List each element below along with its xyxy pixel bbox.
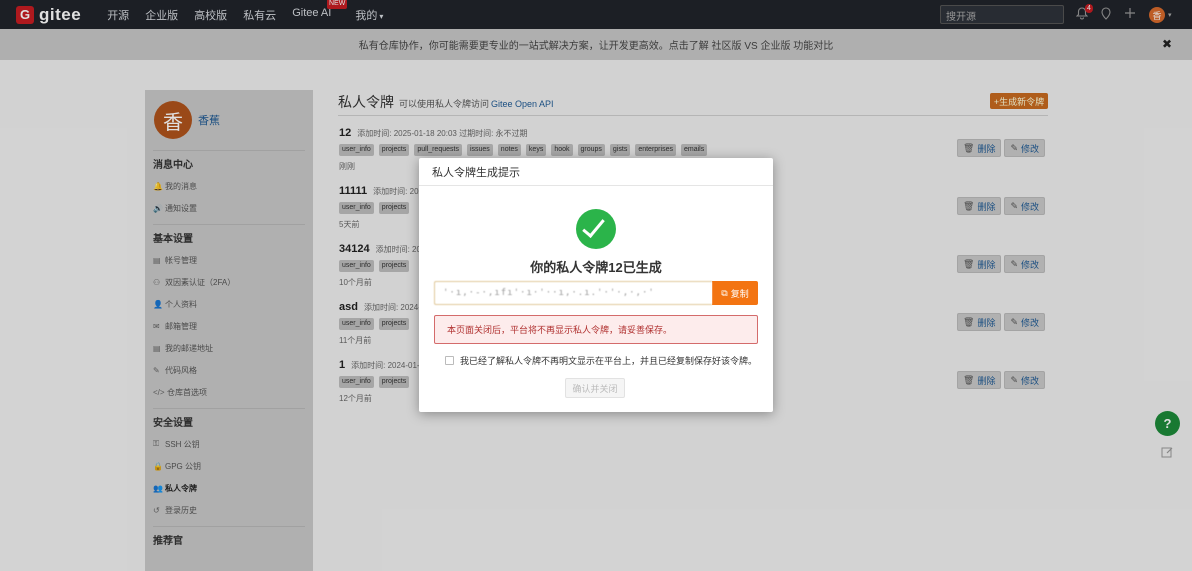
copy-icon: ⧉ <box>721 287 728 298</box>
token-value-field[interactable]: '·ı,·-·,ıfı'·ı·'··ı,·.ı.'·'·,·,·' <box>434 281 712 305</box>
confirm-close-button[interactable]: 确认并关闭 <box>565 378 625 398</box>
dialog-heading: 你的私人令牌12已生成 <box>530 260 662 275</box>
token-generated-dialog: 私人令牌生成提示 你的私人令牌12已生成 '·ı,·-·,ıfı'·ı·'··ı… <box>419 158 773 412</box>
warning-alert: 本页面关闭后，平台将不再显示私人令牌，请妥善保存。 <box>434 315 758 344</box>
token-field-group: '·ı,·-·,ıfı'·ı·'··ı,·.ı.'·'·,·,·' ⧉ 复制 <box>434 281 758 305</box>
agree-checkbox-row[interactable]: 我已经了解私人令牌不再明文显示在平台上，并且已经复制保存好该令牌。 <box>445 354 757 367</box>
check-mark <box>582 214 605 238</box>
agree-label: 我已经了解私人令牌不再明文显示在平台上，并且已经复制保存好该令牌。 <box>460 356 758 366</box>
success-check-icon <box>576 209 616 249</box>
copy-label: 复制 <box>730 288 749 299</box>
dialog-title: 私人令牌生成提示 <box>419 158 773 186</box>
copy-button[interactable]: ⧉ 复制 <box>712 281 758 305</box>
agree-checkbox[interactable] <box>445 356 454 365</box>
